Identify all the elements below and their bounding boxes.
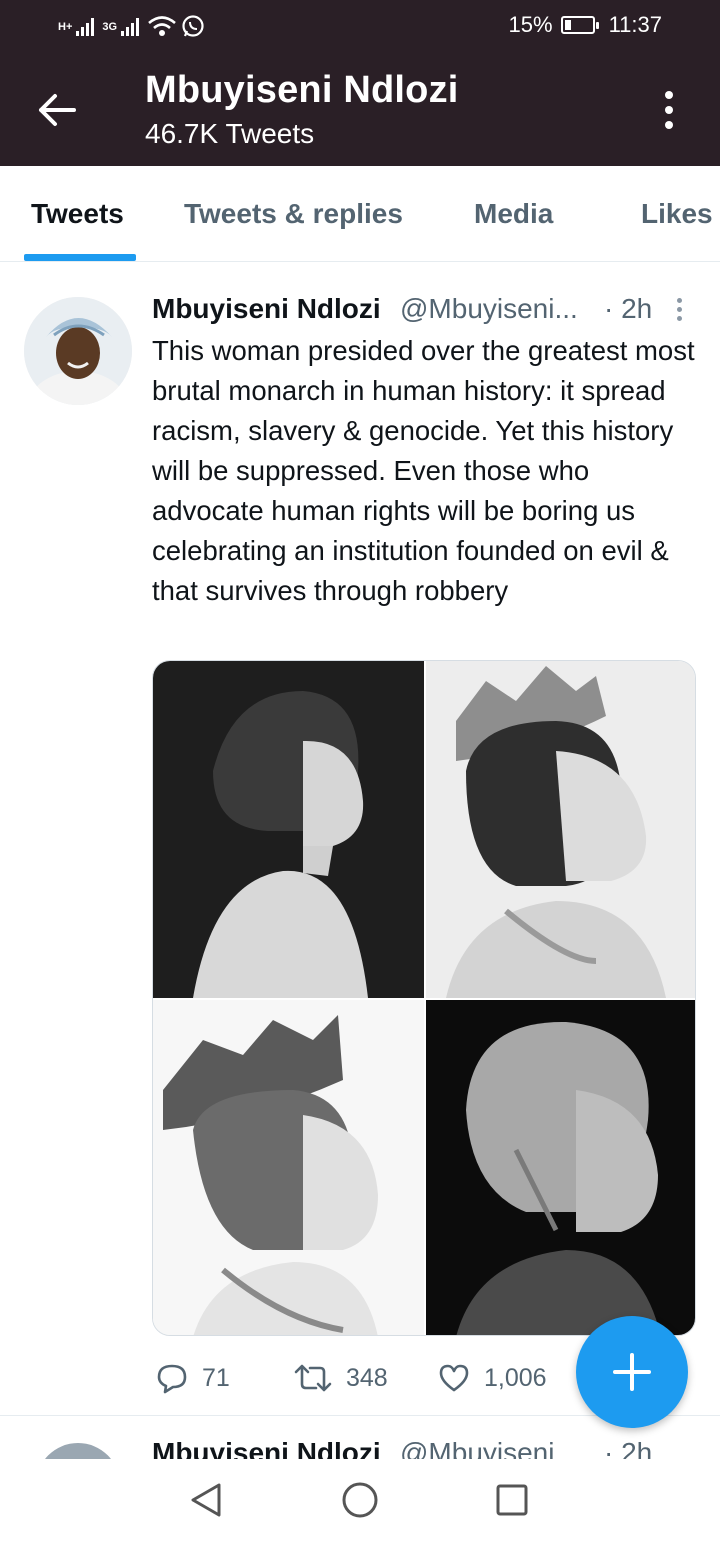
tab-media[interactable]: Media [474, 198, 553, 230]
tweet-photo-4[interactable] [426, 1000, 695, 1335]
author-handle[interactable]: @Mbuyiseni... [400, 293, 578, 325]
whatsapp-icon [181, 14, 205, 41]
status-right: 15% 11:37 [509, 12, 662, 38]
next-tweet-author-name[interactable]: Mbuyiseni Ndlozi [152, 1437, 381, 1459]
profile-header: Mbuyiseni Ndlozi 46.7K Tweets [0, 55, 720, 166]
retweet-icon [294, 1364, 332, 1392]
tweet-actions: 71 348 1,006 [152, 1356, 572, 1400]
back-button[interactable] [30, 87, 84, 133]
author-name[interactable]: Mbuyiseni Ndlozi [152, 293, 381, 325]
network-indicators: H+ 3G [58, 10, 205, 44]
tweet-media-grid[interactable] [152, 660, 696, 1336]
signal-icon-2 [121, 18, 140, 36]
nav-back-icon [191, 1483, 221, 1517]
reply-icon [157, 1364, 187, 1394]
arrow-left-icon [39, 94, 76, 126]
more-options-button[interactable] [654, 87, 684, 133]
clock: 11:37 [608, 12, 662, 37]
avatar[interactable] [24, 297, 132, 405]
reply-count: 71 [202, 1363, 230, 1392]
next-tweet[interactable]: Mbuyiseni Ndlozi @Mbuyiseni... · 2h [0, 1417, 720, 1459]
tab-tweets-replies[interactable]: Tweets & replies [184, 198, 403, 230]
network-type-1: H+ [58, 21, 73, 33]
tab-tweets[interactable]: Tweets [31, 198, 124, 230]
reply-button[interactable]: 71 [156, 1356, 230, 1400]
nav-back-button[interactable] [176, 1473, 236, 1527]
tweet-more-icon[interactable] [674, 295, 684, 323]
tweet[interactable]: Mbuyiseni Ndlozi @Mbuyiseni... · 2h This… [0, 263, 720, 1416]
tweet-count: 46.7K Tweets [145, 118, 315, 149]
signal-icon [76, 18, 95, 36]
battery-charging-icon [560, 16, 599, 34]
retweet-count: 348 [346, 1363, 388, 1392]
tweet-header: Mbuyiseni Ndlozi @Mbuyiseni... · 2h [152, 291, 692, 329]
active-tab-indicator [24, 254, 136, 261]
battery-percent: 15% [508, 12, 553, 37]
system-nav-bar [0, 1459, 720, 1541]
next-tweet-time: · 2h [604, 1437, 653, 1459]
plus-icon [613, 1353, 651, 1391]
tweet-photo-1[interactable] [153, 661, 424, 998]
heart-icon [439, 1364, 469, 1392]
tweet-text: This woman presided over the greatest mo… [152, 335, 695, 606]
tweet-photo-2[interactable] [426, 661, 695, 998]
tweet-photo-3[interactable] [153, 1000, 424, 1335]
retweet-button[interactable]: 348 [294, 1356, 388, 1400]
tweet-time: · 2h [604, 293, 653, 324]
more-vertical-icon [665, 91, 673, 99]
like-button[interactable]: 1,006 [438, 1356, 547, 1400]
network-type-2: 3G [102, 21, 118, 33]
wifi-icon [147, 14, 177, 41]
nav-recents-icon [496, 1484, 528, 1516]
page-title: Mbuyiseni Ndlozi [145, 69, 459, 111]
compose-tweet-button[interactable] [576, 1316, 688, 1428]
tab-likes[interactable]: Likes [641, 198, 713, 230]
profile-tabs: Tweets Tweets & replies Media Likes [0, 166, 720, 262]
status-bar: H+ 3G 15% 11:37 [0, 0, 720, 55]
nav-home-icon [342, 1482, 378, 1518]
nav-home-button[interactable] [330, 1473, 390, 1527]
like-count: 1,006 [484, 1363, 547, 1392]
nav-recents-button[interactable] [482, 1473, 542, 1527]
next-tweet-author-handle[interactable]: @Mbuyiseni... [400, 1437, 578, 1459]
next-tweet-avatar[interactable] [36, 1443, 120, 1459]
